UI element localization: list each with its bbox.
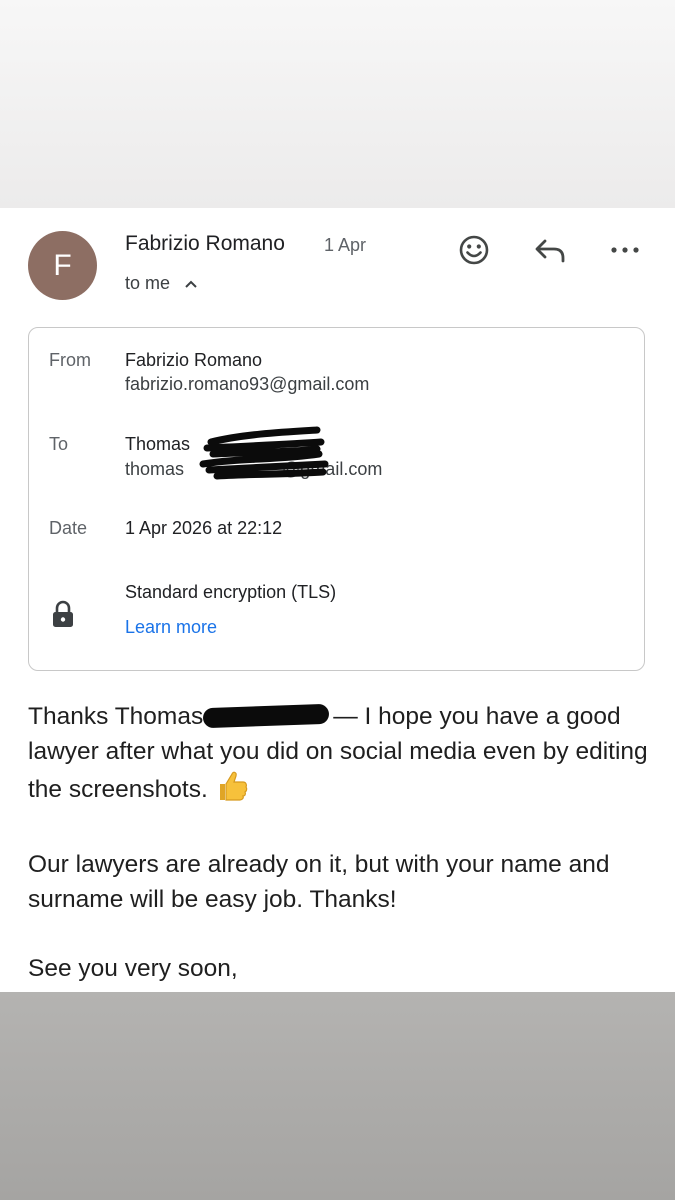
bottom-background: [0, 992, 675, 1200]
to-email-redacted-gap: [184, 459, 282, 480]
more-options-button[interactable]: [608, 232, 644, 268]
more-options-icon: [608, 232, 644, 268]
to-label: To: [49, 434, 69, 454]
reply-button[interactable]: [532, 232, 568, 268]
message-details-card: From Fabrizio Romano fabrizio.romano93@g…: [28, 327, 645, 671]
date-value: 1 Apr 2026 at 22:12: [125, 518, 283, 538]
lock-icon: [51, 599, 75, 634]
from-name: Fabrizio Romano: [125, 350, 263, 370]
smiley-face-icon: [456, 232, 492, 268]
body-closing: See you very soon,: [28, 954, 238, 982]
from-email[interactable]: fabrizio.romano93@gmail.com: [125, 374, 369, 395]
reply-arrow-icon: [532, 232, 568, 268]
redaction-scribble: [202, 703, 330, 729]
add-reaction-button[interactable]: [456, 232, 492, 268]
message-body: Thanks Thomas — I hope you have a good la…: [28, 700, 648, 992]
chevron-up-icon: [184, 279, 198, 289]
thumbs-up-emoji: [214, 769, 250, 814]
body-paragraph-2: Our lawyers are already on it, but with …: [28, 851, 610, 913]
to-email-prefix: thomas: [125, 459, 185, 479]
sender-name: Fabrizio Romano: [125, 232, 285, 255]
body-paragraph-1: Thanks Thomas — I hope you have a good la…: [28, 700, 648, 814]
email-view: F Fabrizio Romano 1 Apr to me From Fabri…: [0, 208, 675, 992]
date-label: Date: [49, 518, 88, 538]
to-email-suffix: @gmail.com: [282, 459, 383, 479]
sender-avatar[interactable]: F: [28, 231, 97, 300]
body-greeting: Thanks Thomas: [28, 703, 204, 730]
encryption-text: Standard encryption (TLS): [125, 582, 337, 602]
recipient-toggle[interactable]: to me: [125, 273, 198, 294]
to-name: Thomas: [125, 434, 191, 454]
from-label: From: [49, 350, 91, 370]
learn-more-link[interactable]: Learn more: [125, 617, 217, 638]
sent-date: 1 Apr: [324, 235, 367, 255]
to-email[interactable]: thomas @gmail.com: [125, 459, 382, 480]
recipient-summary: to me: [125, 273, 171, 293]
top-background: [0, 0, 675, 208]
